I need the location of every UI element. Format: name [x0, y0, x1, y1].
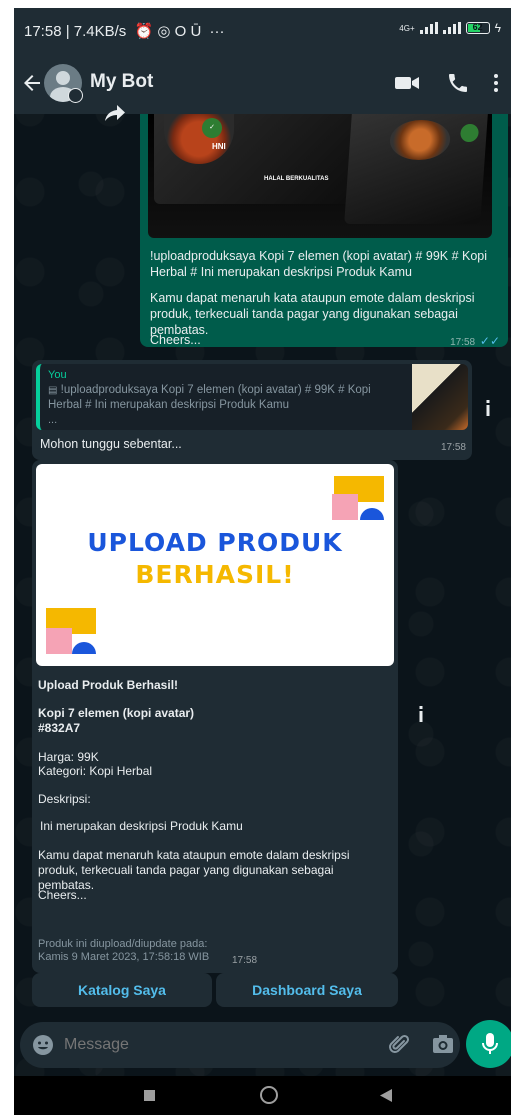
product-code: #832A7	[38, 721, 81, 735]
quoted-message[interactable]: You ▤ !uploadproduksaya Kopi 7 elemen (k…	[36, 364, 468, 430]
katalog-button[interactable]: Katalog Saya	[32, 973, 212, 1007]
alarm-icon: ⏰	[134, 23, 154, 40]
status-right: 4G+ 62 ϟ	[399, 21, 501, 35]
signal-icon-2	[442, 22, 461, 34]
result-message[interactable]: UPLOAD PRODUK BERHASIL! Upload Produk Be…	[32, 460, 398, 973]
halal-label: HALAL BERKUALITAS	[264, 176, 329, 182]
quote-text: !uploadproduksaya Kopi 7 elemen (kopi av…	[48, 384, 371, 411]
circle-icon: O	[174, 23, 187, 40]
whatsapp-icon: ◎	[157, 23, 171, 40]
outgoing-time: 17:58 ✓✓	[450, 334, 500, 348]
outgoing-message[interactable]: ✓ HNI HALAL BERKUALITAS !uploadproduksay…	[140, 114, 508, 348]
reply-message[interactable]: You ▤ !uploadproduksaya Kopi 7 elemen (k…	[32, 360, 472, 460]
chat-header: My Bot	[14, 52, 511, 114]
reply-text: Mohon tunggu sebentar...	[40, 437, 182, 451]
brand-label: HNI	[212, 142, 226, 151]
status-time: 17:58 | 7.4KB/s	[24, 23, 127, 40]
video-call-icon[interactable]	[394, 71, 420, 95]
notification-icon: Ū	[190, 23, 202, 40]
message-options-icon[interactable]	[485, 400, 491, 416]
result-footer-1: Produk ini diupload/diupdate pada:	[38, 938, 208, 950]
card-title-line1: UPLOAD PRODUK	[87, 528, 343, 557]
description-label: Deskripsi:	[38, 792, 91, 806]
voice-call-icon[interactable]	[446, 71, 470, 95]
status-bar: 17:58 | 7.4KB/s ⏰ ◎ O Ū ··· 4G+ 62 ϟ	[14, 8, 511, 52]
back-nav-icon[interactable]	[380, 1089, 392, 1102]
outgoing-text-2: Kamu dapat menaruh kata ataupun emote da…	[150, 291, 475, 337]
more-notifications: ···	[209, 23, 225, 40]
shape-blue-bottom	[72, 642, 96, 654]
message-time: 17:58	[450, 337, 476, 348]
katalog-button-label: Katalog Saya	[78, 982, 166, 998]
forward-share-icon[interactable]	[104, 104, 126, 122]
product-pack-left: ✓ HNI HALAL BERKUALITAS	[154, 114, 354, 204]
message-options-icon-2[interactable]	[418, 706, 424, 722]
battery-icon: 62	[465, 22, 490, 34]
product-image[interactable]: ✓ HNI HALAL BERKUALITAS	[148, 114, 492, 238]
reply-time: 17:58	[440, 442, 466, 453]
product-price: Harga: 99K	[38, 750, 99, 764]
document-icon: ▤	[48, 385, 58, 396]
product-pack-right	[344, 114, 488, 224]
quote-text-wrap: ▤ !uploadproduksaya Kopi 7 elemen (kopi …	[48, 383, 378, 412]
home-button[interactable]	[260, 1086, 278, 1104]
result-time: 17:58	[232, 955, 258, 966]
emoji-icon[interactable]	[32, 1034, 54, 1056]
quote-more: ...	[48, 414, 58, 426]
system-nav-bar	[14, 1076, 511, 1115]
camera-icon[interactable]	[432, 1034, 454, 1054]
status-left: 17:58 | 7.4KB/s ⏰ ◎ O Ū ···	[24, 22, 224, 40]
dashboard-button[interactable]: Dashboard Saya	[216, 973, 398, 1007]
signal-icon	[419, 22, 438, 34]
outgoing-text-1: !uploadproduksaya Kopi 7 elemen (kopi av…	[150, 249, 488, 279]
read-receipt-icon: ✓✓	[479, 334, 500, 348]
shape-blue-top	[360, 508, 384, 520]
back-arrow-icon[interactable]	[20, 69, 44, 97]
recent-apps-button[interactable]	[144, 1090, 155, 1101]
shape-pink-bottom	[46, 628, 72, 654]
attach-icon[interactable]	[388, 1034, 410, 1056]
upload-success-card[interactable]: UPLOAD PRODUK BERHASIL!	[36, 464, 394, 666]
result-note: Kamu dapat menaruh kata ataupun emote da…	[38, 848, 350, 892]
timer-badge-icon	[68, 88, 83, 103]
dashboard-button-label: Dashboard Saya	[252, 982, 362, 998]
more-options-icon[interactable]	[492, 71, 500, 95]
chat-title[interactable]: My Bot	[90, 71, 153, 93]
message-input[interactable]	[64, 1032, 324, 1058]
shape-pink-top	[332, 494, 358, 520]
quote-author: You	[48, 369, 67, 381]
quote-thumbnail	[412, 364, 468, 430]
description-text: Ini merupakan deskripsi Produk Kamu	[40, 819, 243, 833]
product-category: Kategori: Kopi Herbal	[38, 764, 153, 778]
network-label: 4G+	[399, 23, 415, 33]
result-heading: Upload Produk Berhasil!	[38, 678, 179, 692]
charging-icon: ϟ	[494, 21, 501, 35]
battery-level: 62	[472, 22, 483, 32]
result-cheers: Cheers...	[38, 888, 87, 902]
outgoing-text-3: Cheers...	[150, 333, 201, 347]
message-composer	[20, 1022, 460, 1068]
result-footer-2: Kamis 9 Maret 2023, 17:58:18 WIB	[38, 951, 210, 963]
card-title-line2: BERHASIL!	[135, 560, 295, 589]
mic-icon	[482, 1033, 498, 1054]
product-name: Kopi 7 elemen (kopi avatar)	[38, 706, 195, 720]
mic-button[interactable]	[466, 1020, 511, 1068]
phone-screen: 17:58 | 7.4KB/s ⏰ ◎ O Ū ··· 4G+ 62 ϟ My …	[14, 8, 511, 1115]
